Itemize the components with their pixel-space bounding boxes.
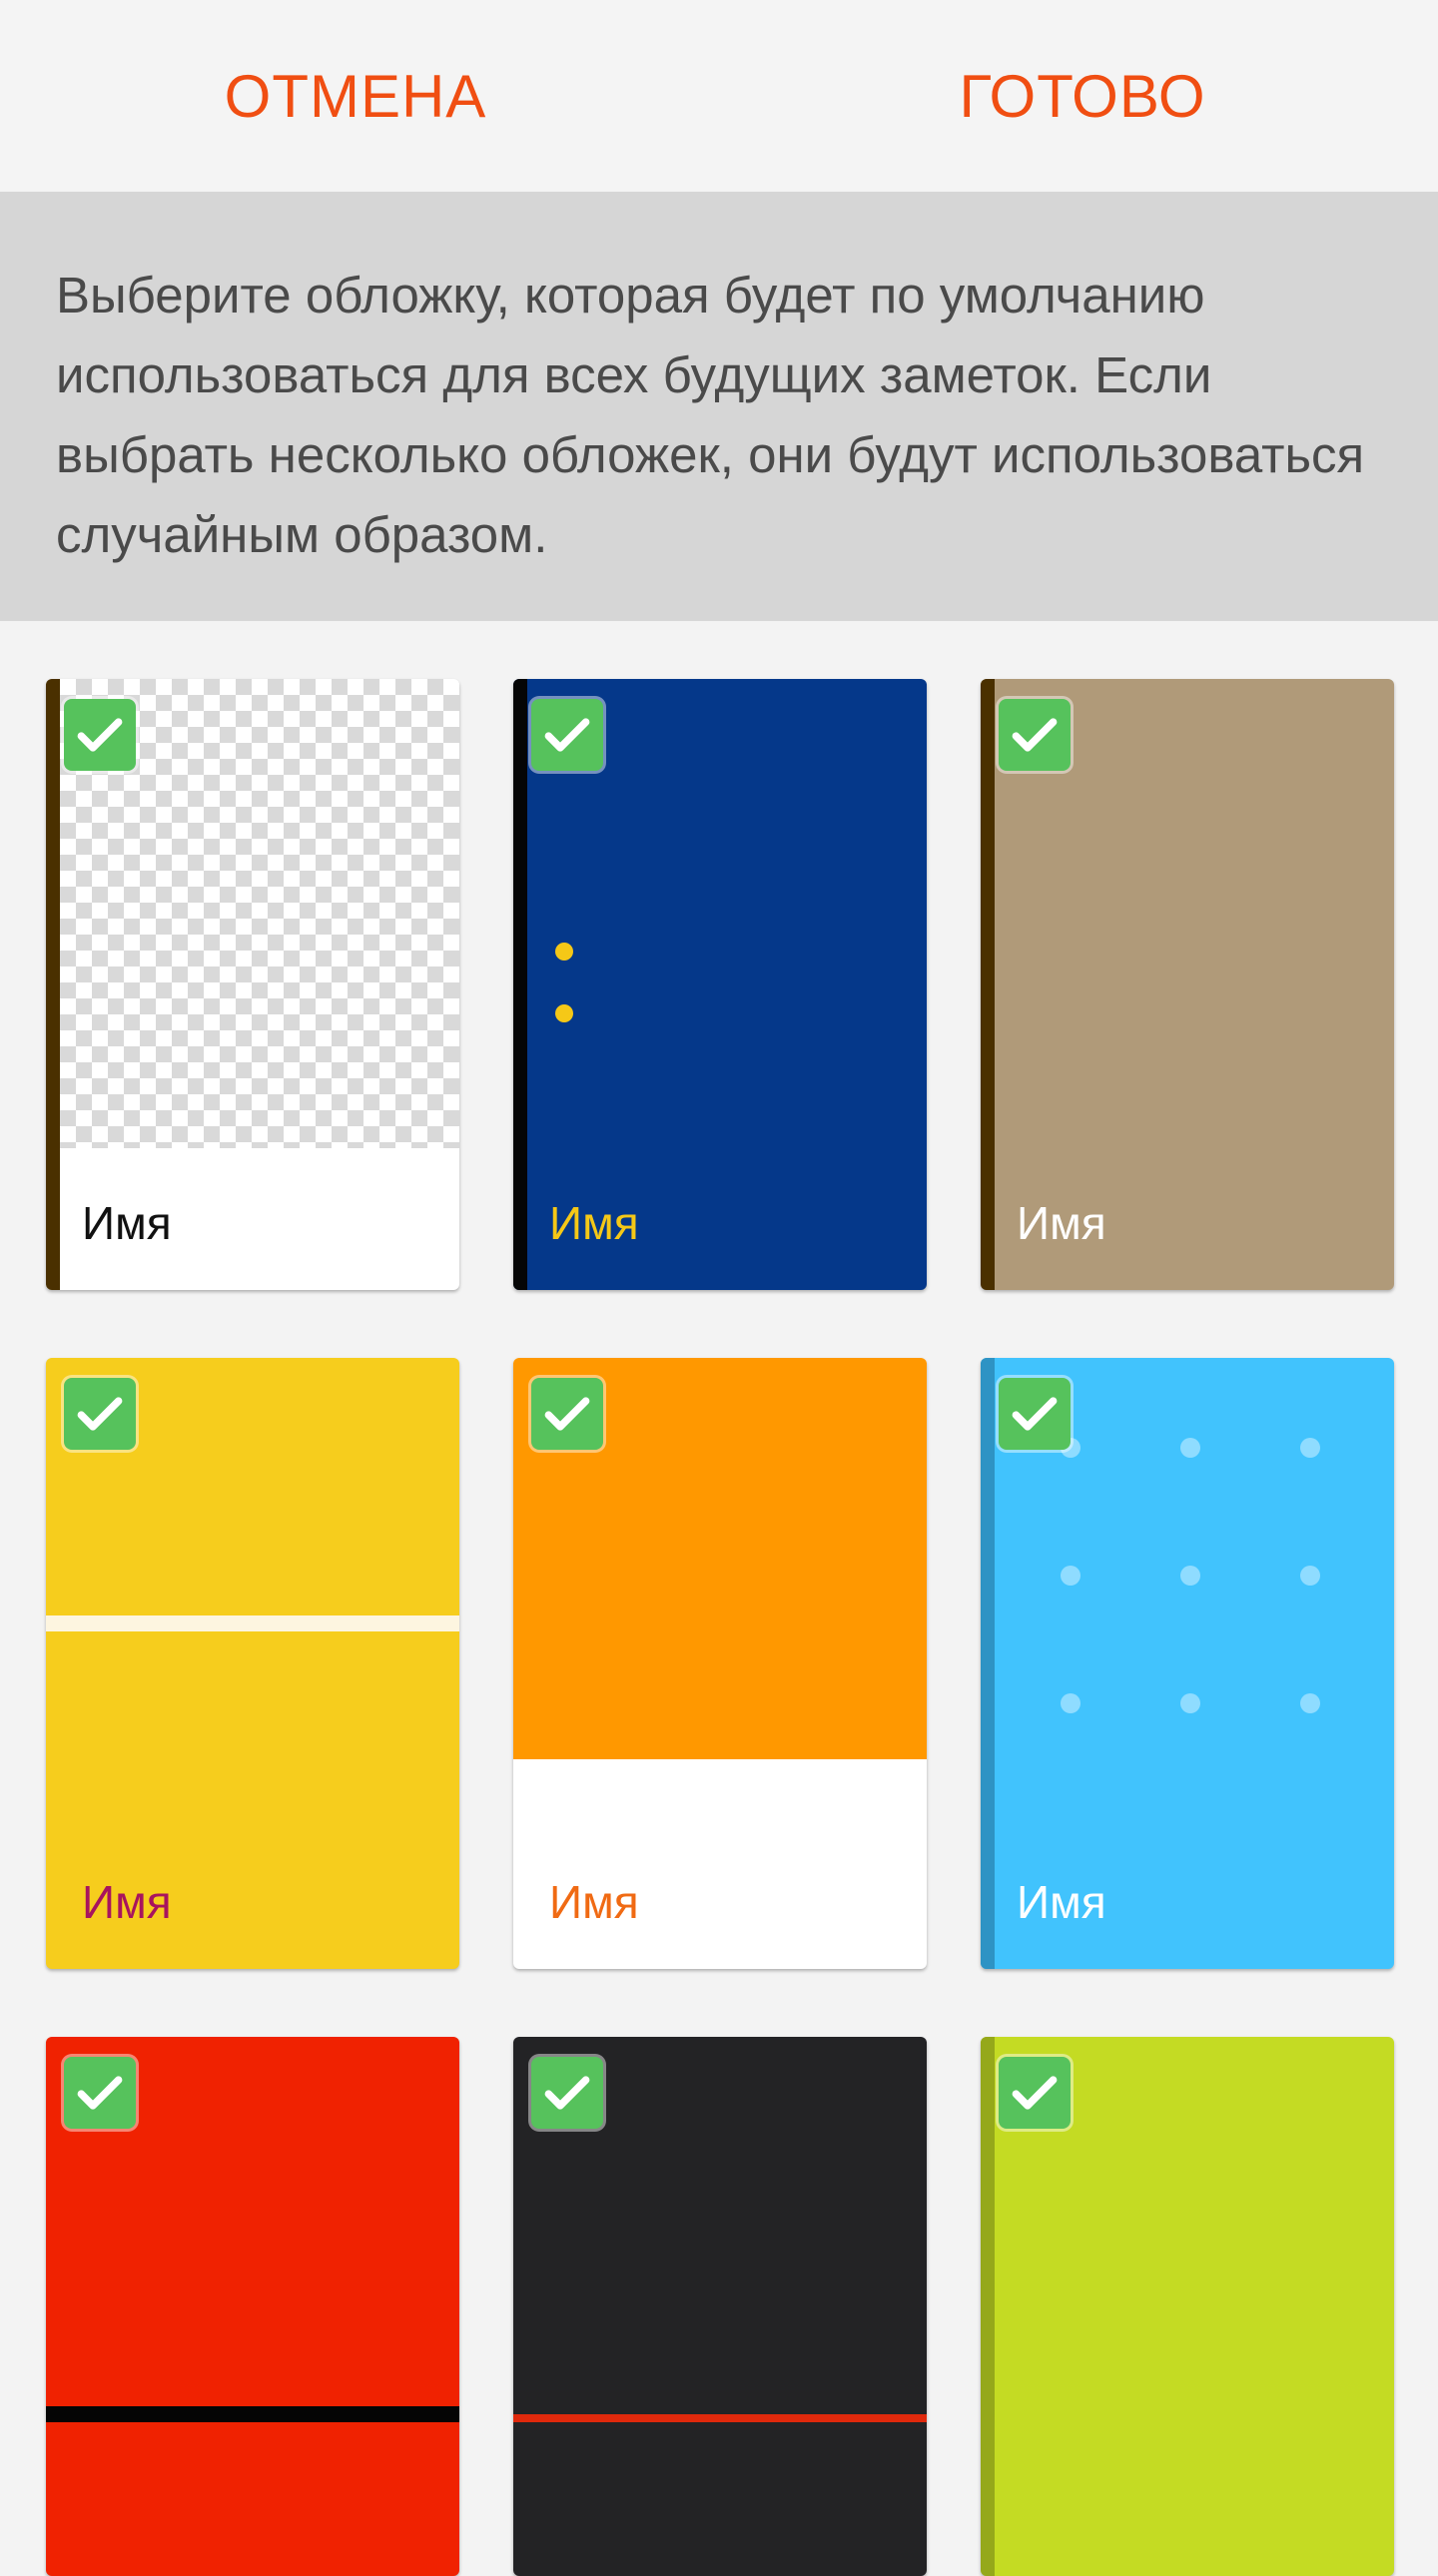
cover-spine xyxy=(513,679,527,1290)
decor-dot xyxy=(555,943,573,961)
cover-spine xyxy=(981,679,995,1290)
checkbox-checked-icon[interactable] xyxy=(64,699,136,771)
decor-dot xyxy=(1300,1438,1320,1458)
action-bar: ОТМЕНА ГОТОВО xyxy=(0,0,1438,192)
checkbox-checked-icon[interactable] xyxy=(999,2057,1071,2129)
red-band xyxy=(513,2414,927,2422)
cover-lime[interactable] xyxy=(981,2037,1394,2576)
cover-blue[interactable]: Имя xyxy=(513,679,927,1290)
cover-name: Имя xyxy=(549,1197,639,1249)
cover-name: Имя xyxy=(1017,1876,1106,1928)
decor-dot xyxy=(1061,1566,1080,1586)
cover-spine xyxy=(981,1358,995,1969)
cover-name: Имя xyxy=(82,1197,172,1249)
info-text: Выберите обложку, которая будет по умолч… xyxy=(56,267,1365,563)
cover-yellow[interactable]: Имя xyxy=(46,1358,459,1969)
cover-orange[interactable]: Имя xyxy=(513,1358,927,1969)
cover-black[interactable] xyxy=(513,2037,927,2576)
decor-dot xyxy=(1180,1438,1200,1458)
decor-dot xyxy=(1180,1566,1200,1586)
cover-spine xyxy=(46,679,60,1290)
checkbox-checked-icon[interactable] xyxy=(64,1378,136,1450)
white-band xyxy=(46,1615,459,1631)
checkbox-checked-icon[interactable] xyxy=(999,699,1071,771)
decor-dot xyxy=(1180,1693,1200,1713)
cover-beige[interactable]: Имя xyxy=(981,679,1394,1290)
checkbox-checked-icon[interactable] xyxy=(531,2057,603,2129)
black-band xyxy=(46,2406,459,2422)
cover-name: Имя xyxy=(82,1876,172,1928)
cover-light-blue[interactable]: Имя xyxy=(981,1358,1394,1969)
decor-dot xyxy=(1300,1566,1320,1586)
cover-name: Имя xyxy=(549,1876,639,1928)
cover-transparent[interactable]: Имя xyxy=(46,679,459,1290)
checkbox-checked-icon[interactable] xyxy=(531,1378,603,1450)
cancel-button[interactable]: ОТМЕНА xyxy=(96,56,615,136)
decor-dot xyxy=(1300,1693,1320,1713)
checkbox-checked-icon[interactable] xyxy=(531,699,603,771)
checkbox-checked-icon[interactable] xyxy=(999,1378,1071,1450)
info-banner: Выберите обложку, которая будет по умолч… xyxy=(0,192,1438,621)
done-button[interactable]: ГОТОВО xyxy=(823,56,1342,136)
cover-red[interactable] xyxy=(46,2037,459,2576)
checkbox-checked-icon[interactable] xyxy=(64,2057,136,2129)
decor-dot xyxy=(1061,1693,1080,1713)
cover-spine xyxy=(981,2037,995,2576)
cover-name: Имя xyxy=(1017,1197,1106,1249)
decor-dot xyxy=(555,1004,573,1022)
